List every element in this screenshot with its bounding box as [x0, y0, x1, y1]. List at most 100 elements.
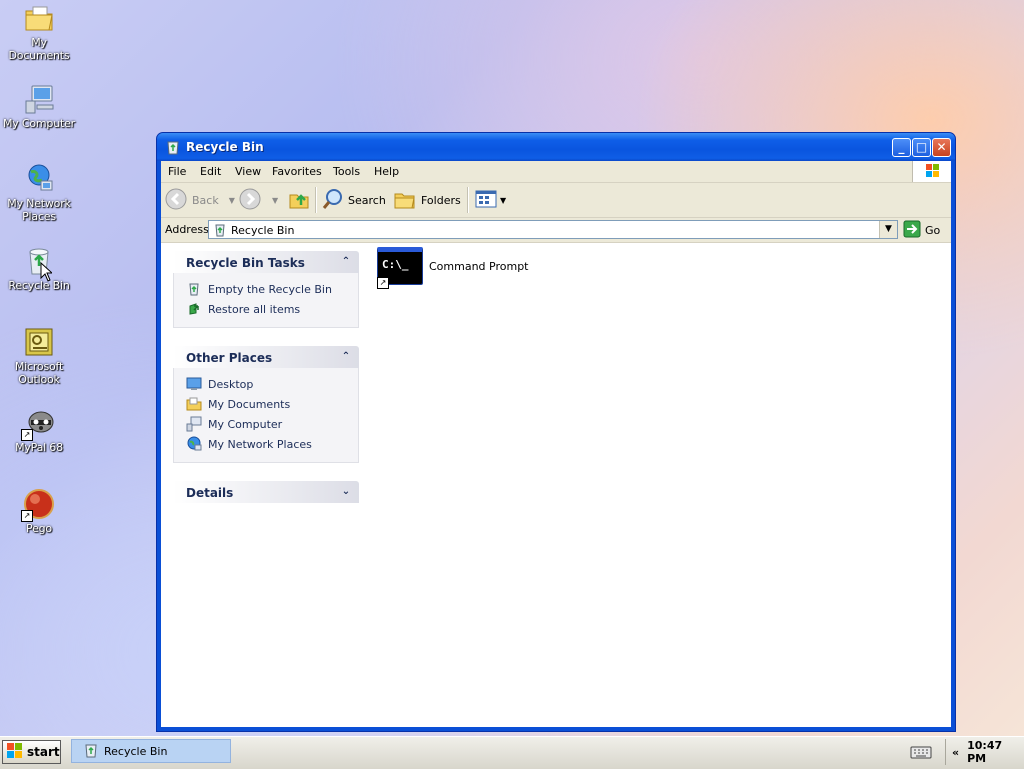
desktop-icon-label: Recycle Bin [8, 279, 70, 292]
taskbar-button-label: Recycle Bin [104, 744, 168, 758]
menu-view[interactable]: View [235, 165, 261, 178]
icon-text: C:\_ [382, 258, 409, 271]
menu-edit[interactable]: Edit [200, 165, 221, 178]
standard-toolbar: Back ▼ ▼ Search Folders ▼ [161, 183, 951, 218]
details-panel: Details ⌄ [173, 481, 359, 503]
search-label: Search [348, 193, 386, 207]
desktop-icon-label: Pego [26, 522, 52, 535]
desktop-icon-my-computer[interactable]: My Computer [0, 83, 78, 130]
collapse-chevron-icon[interactable]: ⌃ [339, 255, 353, 269]
menu-favorites[interactable]: Favorites [272, 165, 322, 178]
address-input[interactable]: Recycle Bin ▼ [208, 220, 898, 239]
collapse-chevron-icon[interactable]: ⌃ [339, 350, 353, 364]
window-client-area: File Edit View Favorites Tools Help Back… [161, 161, 951, 727]
menu-tools[interactable]: Tools [333, 165, 360, 178]
panel-header[interactable]: Recycle Bin Tasks ⌃ [173, 251, 359, 273]
desktop-icon-my-documents[interactable]: My Documents [0, 2, 78, 62]
shortcut-arrow-icon: ↗ [21, 429, 33, 441]
panel-title: Recycle Bin Tasks [186, 256, 305, 270]
recycle-bin-icon [186, 281, 202, 297]
back-label: Back [192, 193, 219, 207]
go-button[interactable]: Go [903, 220, 940, 241]
raccoon-icon: ↗ [21, 407, 55, 441]
clock: 10:47 PM [967, 739, 1003, 765]
back-dropdown-icon[interactable]: ▼ [229, 196, 235, 205]
mouse-cursor-icon [40, 261, 54, 285]
folders-icon [393, 187, 417, 214]
shortcut-arrow-icon: ↗ [377, 277, 389, 289]
desktop-icon-mypal-68[interactable]: ↗ MyPal 68 [0, 407, 78, 454]
back-arrow-icon [164, 187, 188, 214]
maximize-button[interactable]: □ [912, 138, 931, 157]
desktop-icon-microsoft-outlook[interactable]: Microsoft Outlook [0, 326, 78, 386]
keyboard-icon[interactable] [910, 745, 932, 762]
windows-logo-icon [912, 161, 951, 182]
toolbar-separator [467, 187, 469, 213]
panel-header[interactable]: Other Places ⌃ [173, 346, 359, 368]
search-icon [321, 187, 345, 214]
place-my-computer[interactable]: My Computer [174, 414, 358, 434]
close-button[interactable]: ✕ [932, 138, 951, 157]
taskbar: start Recycle Bin « 10:47 PM [0, 736, 1024, 769]
menu-help[interactable]: Help [374, 165, 399, 178]
start-button[interactable]: start [2, 740, 61, 764]
folder-icon [186, 396, 202, 412]
desktop-icon-label: My Computer [3, 117, 75, 130]
desktop-icon-recycle-bin[interactable]: Recycle Bin [0, 245, 78, 292]
desktop-icon-my-network-places[interactable]: My Network Places [0, 163, 78, 223]
recycle-bin-icon [212, 222, 228, 241]
desktop-icon-label: Microsoft Outlook [14, 360, 64, 386]
forward-button[interactable]: ▼ [238, 188, 278, 212]
recycle-bin-tasks-panel: Recycle Bin Tasks ⌃ Empty the Recycle Bi… [173, 251, 359, 328]
place-label: Desktop [208, 377, 254, 391]
place-label: My Computer [208, 417, 283, 431]
folders-button[interactable]: Folders [393, 188, 461, 212]
panel-body: Desktop My Documents My Computer My Netw… [173, 368, 359, 463]
go-arrow-icon [903, 220, 921, 241]
desktop-icon-label: MyPal 68 [15, 441, 63, 454]
recycle-bin-icon [164, 138, 182, 156]
search-button[interactable]: Search [321, 188, 386, 212]
views-dropdown-icon: ▼ [500, 195, 507, 205]
up-folder-button[interactable] [287, 188, 311, 212]
tray-toggle-icon[interactable]: « [952, 746, 959, 759]
command-prompt-icon: C:\_ ↗ [377, 247, 423, 289]
desktop-icon-pego[interactable]: ↗ Pego [0, 488, 78, 535]
panel-title: Other Places [186, 351, 273, 365]
other-places-panel: Other Places ⌃ Desktop My Documents My C… [173, 346, 359, 463]
expand-chevron-icon[interactable]: ⌄ [339, 485, 353, 499]
taskbar-button-recycle-bin[interactable]: Recycle Bin [71, 739, 231, 763]
address-dropdown-icon[interactable]: ▼ [879, 221, 897, 238]
place-my-network-places[interactable]: My Network Places [174, 434, 358, 454]
place-desktop[interactable]: Desktop [174, 374, 358, 394]
start-label: start [27, 745, 60, 759]
task-restore-all-items[interactable]: Restore all items [174, 299, 358, 319]
folder-icon [23, 2, 55, 34]
task-empty-recycle-bin[interactable]: Empty the Recycle Bin [174, 279, 358, 299]
menu-bar: File Edit View Favorites Tools Help [161, 161, 951, 183]
address-value: Recycle Bin [231, 224, 295, 237]
task-label: Restore all items [208, 302, 301, 316]
go-label: Go [925, 224, 941, 237]
file-name: Command Prompt [429, 259, 529, 273]
title-bar[interactable]: Recycle Bin _ □ ✕ [157, 133, 955, 161]
minimize-button[interactable]: _ [892, 138, 911, 157]
forward-dropdown-icon[interactable]: ▼ [272, 196, 278, 205]
place-label: My Documents [208, 397, 291, 411]
place-my-documents[interactable]: My Documents [174, 394, 358, 414]
desktop-icon-label: My Network Places [7, 197, 71, 223]
desktop-icon [186, 376, 202, 392]
up-folder-icon [287, 187, 311, 214]
computer-icon [23, 83, 55, 115]
views-button[interactable]: ▼ [474, 188, 506, 212]
back-button[interactable]: Back ▼ [164, 188, 235, 212]
file-item-command-prompt[interactable]: C:\_ ↗ Command Prompt [377, 247, 529, 289]
menu-file[interactable]: File [168, 165, 186, 178]
place-label: My Network Places [208, 437, 312, 451]
recycle-bin-window: Recycle Bin _ □ ✕ File Edit View Favorit… [156, 132, 956, 732]
globe-network-icon [186, 436, 202, 452]
computer-icon [186, 416, 202, 432]
address-bar: Address Recycle Bin ▼ Go [161, 218, 951, 243]
panel-header[interactable]: Details ⌄ [173, 481, 359, 503]
pego-ball-icon: ↗ [21, 488, 55, 522]
